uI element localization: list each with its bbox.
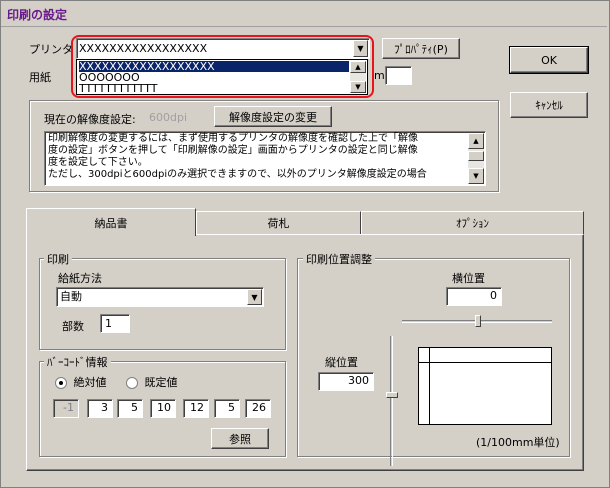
preview-vertical-line xyxy=(429,348,430,424)
scroll-thumb[interactable] xyxy=(468,151,484,161)
position-group-title: 印刷位置調整 xyxy=(303,251,375,267)
current-resolution-value: 600dpi xyxy=(149,111,188,124)
barcode-value-4[interactable]: 10 xyxy=(150,399,176,418)
barcode-value-3[interactable]: 5 xyxy=(117,399,143,418)
radio-unselected-icon xyxy=(126,377,138,389)
vertical-label: 縦位置 xyxy=(325,356,358,369)
printer-label: プリンタ xyxy=(29,43,73,56)
feed-method-label: 給紙方法 xyxy=(58,272,102,285)
print-group-title: 印刷 xyxy=(44,251,72,267)
browse-button[interactable]: 参照 xyxy=(211,428,269,449)
unit-label: (1/100mm単位) xyxy=(476,436,560,449)
scroll-up-icon[interactable]: ▲ xyxy=(468,133,484,149)
chevron-down-icon[interactable]: ▼ xyxy=(247,289,262,305)
cancel-button[interactable]: ｷｬﾝｾﾙ xyxy=(510,92,588,118)
paper-size-field[interactable] xyxy=(385,66,412,85)
position-preview xyxy=(418,347,552,425)
ok-button[interactable]: OK xyxy=(509,46,589,74)
properties-button[interactable]: ﾌﾟﾛﾊﾟﾃｨ(P) xyxy=(382,38,460,59)
tab-delivery-slip[interactable]: 納品書 xyxy=(26,208,196,236)
paper-label: 用紙 xyxy=(29,71,51,84)
note-scrollbar[interactable]: ▲ ▼ xyxy=(468,133,484,184)
vertical-field[interactable]: 300 xyxy=(318,372,374,391)
barcode-group-title: ﾊﾞｰｺｰﾄﾞ情報 xyxy=(44,354,111,370)
horizontal-label: 横位置 xyxy=(452,272,485,285)
barcode-value-6[interactable]: 5 xyxy=(214,399,240,418)
tab-tag[interactable]: 荷札 xyxy=(196,211,361,234)
barcode-value-2[interactable]: 3 xyxy=(87,399,113,418)
horizontal-field[interactable]: 0 xyxy=(446,287,502,306)
barcode-value-7[interactable]: 26 xyxy=(245,399,271,418)
barcode-value-5[interactable]: 12 xyxy=(183,399,209,418)
horizontal-slider-thumb[interactable] xyxy=(475,315,481,327)
highlight-outline xyxy=(71,35,374,98)
resolution-note-textarea[interactable]: 印刷解像度の変更するには、まず使用するプリンタの解像度を確認した上で「解像 度の… xyxy=(44,131,486,186)
barcode-value-1[interactable]: -1 xyxy=(53,399,79,418)
vertical-slider-track[interactable] xyxy=(390,336,393,466)
feed-method-select[interactable]: 自動 ▼ xyxy=(56,287,264,307)
default-radio[interactable]: 既定値 xyxy=(126,374,178,390)
copies-value: 1 xyxy=(105,317,112,330)
scroll-down-icon[interactable]: ▼ xyxy=(468,168,484,184)
window-title: 印刷の設定 xyxy=(7,8,68,22)
copies-label: 部数 xyxy=(62,320,84,333)
copies-field[interactable]: 1 xyxy=(100,314,130,333)
vertical-slider-thumb[interactable] xyxy=(386,392,398,398)
paper-unit-fragment: m xyxy=(374,69,385,82)
title-bar[interactable]: 印刷の設定 xyxy=(1,1,607,27)
radio-selected-icon xyxy=(55,377,67,389)
resolution-note: 印刷解像度の変更するには、まず使用するプリンタの解像度を確認した上で「解像 度の… xyxy=(48,133,427,180)
absolute-radio[interactable]: 絶対値 xyxy=(55,374,107,390)
tab-options[interactable]: ｵﾌﾟｼｮﾝ xyxy=(361,211,584,234)
change-resolution-button[interactable]: 解像度設定の変更 xyxy=(214,106,332,127)
preview-horizontal-line xyxy=(419,362,551,363)
current-resolution-label: 現在の解像度設定: xyxy=(44,113,136,126)
feed-method-value: 自動 xyxy=(60,290,82,303)
